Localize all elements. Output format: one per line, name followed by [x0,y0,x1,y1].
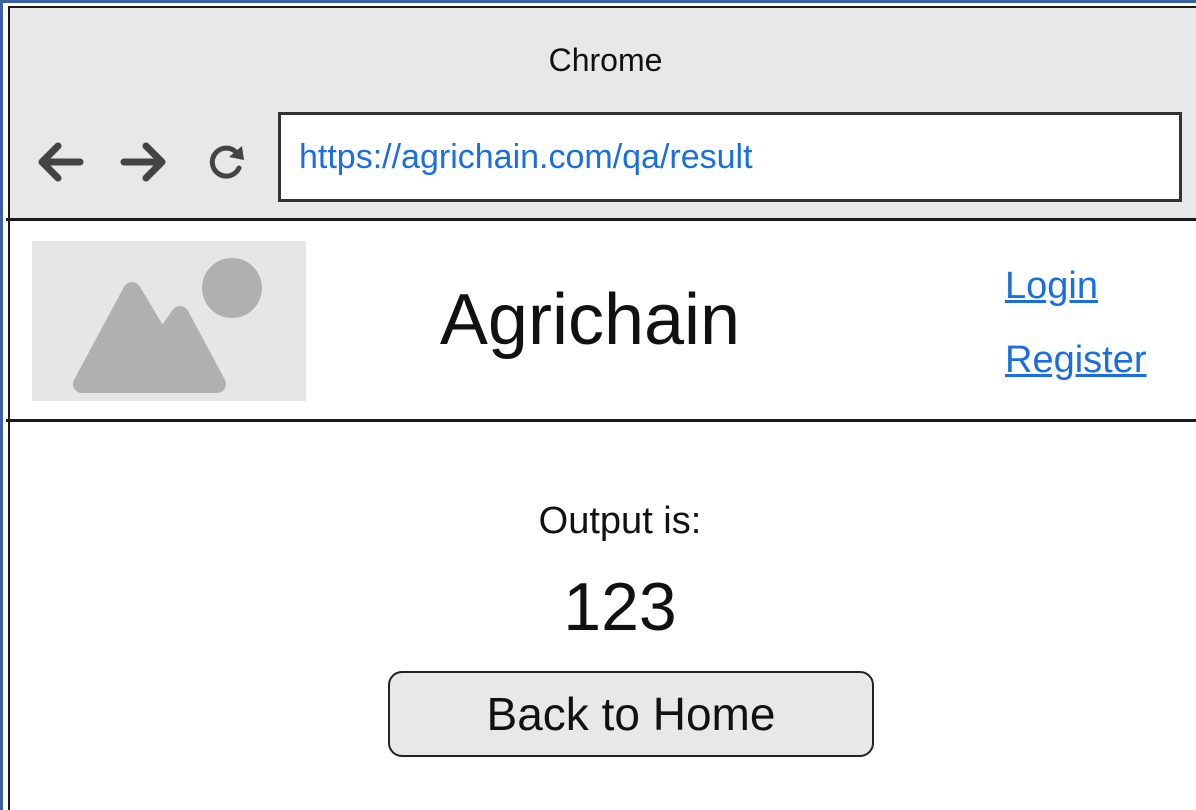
back-to-home-button[interactable]: Back to Home [388,671,874,757]
output-value: 123 [563,569,677,645]
reload-icon[interactable] [202,138,248,186]
browser-chrome: Chrome https://agrichain.com/qa/result [8,6,1196,218]
browser-window: Chrome https://agrichain.com/qa/result A… [0,0,1196,810]
forward-arrow-icon[interactable] [118,138,168,186]
url-bar[interactable]: https://agrichain.com/qa/result [278,112,1182,202]
logo-placeholder [32,241,306,401]
register-link[interactable]: Register [1005,339,1147,382]
back-arrow-icon[interactable] [36,138,86,186]
site-title: Agrichain [439,280,741,360]
output-label: Output is: [538,500,702,542]
login-link[interactable]: Login [1005,265,1098,308]
window-title: Chrome [548,42,663,78]
result-section: Output is: 123 Back to Home [8,422,1196,810]
site-header: Agrichain Login Register [8,221,1196,421]
image-placeholder-icon [73,258,262,393]
